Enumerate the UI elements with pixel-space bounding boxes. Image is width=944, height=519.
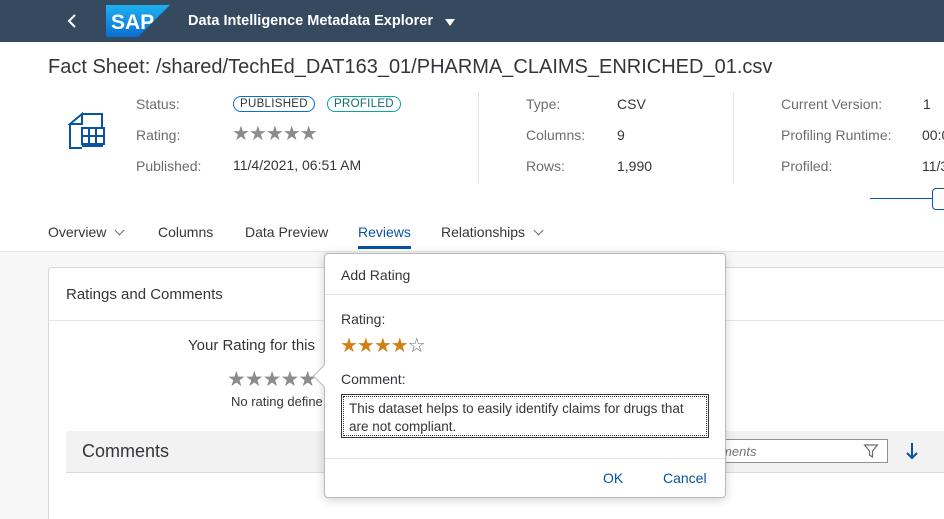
status-badge-profiled: PROFILED	[327, 96, 401, 112]
divider	[325, 458, 725, 459]
your-rating-stars[interactable]: ★★★★★	[227, 367, 317, 392]
tab-label: Columns	[158, 224, 214, 240]
caret-down-icon	[444, 18, 455, 26]
divider	[325, 294, 725, 295]
rating-label: Rating:	[136, 127, 181, 143]
rating-indicator[interactable]: ★★★★☆	[340, 335, 426, 357]
tab-relationships[interactable]: Relationships	[441, 224, 544, 240]
tab-label: Data Preview	[245, 224, 329, 240]
comment-textarea[interactable]: This dataset helps to easily identify cl…	[341, 394, 709, 438]
chevron-left-icon	[67, 14, 76, 28]
status-badge-published: PUBLISHED	[233, 96, 315, 112]
sort-descending-icon[interactable]	[904, 441, 920, 461]
runtime-label: Profiling Runtime:	[781, 127, 892, 143]
shell-bar: SAP Data Intelligence Metadata Explorer	[0, 0, 944, 42]
comments-title: Comments	[82, 441, 170, 461]
rating-stars-filled: ★★★★	[340, 335, 409, 357]
version-value: 1	[923, 96, 931, 112]
type-label: Type:	[526, 96, 561, 112]
tab-label: Relationships	[441, 224, 526, 240]
header-collapse-button[interactable]	[932, 188, 944, 210]
ok-button[interactable]: OK	[603, 470, 623, 486]
columns-value: 9	[617, 127, 625, 143]
sap-logo: SAP	[106, 5, 170, 37]
header-expand-line	[870, 198, 932, 199]
published-value: 11/4/2021, 06:51 AM	[233, 157, 362, 173]
status-label: Status:	[136, 96, 180, 112]
page-title: Fact Sheet: /shared/TechEd_DAT163_01/PHA…	[48, 56, 773, 78]
rating-star-empty: ☆	[407, 335, 426, 357]
rating-field-label: Rating:	[341, 311, 386, 327]
table-file-icon	[68, 112, 105, 149]
divider	[733, 92, 734, 184]
tab-overview[interactable]: Overview	[48, 224, 125, 240]
add-rating-popover: Add Rating Rating: ★★★★☆ Comment: This d…	[312, 253, 726, 498]
profiled-label: Profiled:	[781, 158, 833, 174]
rows-label: Rows:	[526, 158, 565, 174]
rows-value: 1,990	[617, 158, 653, 174]
card-title: Ratings and Comments	[66, 286, 223, 303]
divider	[478, 92, 479, 184]
app-title-menu[interactable]: Data Intelligence Metadata Explorer	[188, 13, 455, 29]
cancel-button[interactable]: Cancel	[663, 470, 707, 486]
tab-reviews[interactable]: Reviews	[358, 224, 411, 249]
app-title: Data Intelligence Metadata Explorer	[188, 13, 433, 29]
comment-field-label: Comment:	[341, 371, 406, 387]
runtime-value: 00:0	[922, 127, 944, 143]
columns-label: Columns:	[526, 127, 586, 143]
chevron-down-icon	[114, 225, 125, 236]
published-label: Published:	[136, 158, 202, 174]
version-label: Current Version:	[781, 96, 883, 112]
rating-stars: ★★★★★	[232, 123, 318, 145]
back-button[interactable]	[52, 0, 92, 42]
no-rating-text: No rating define	[231, 394, 323, 409]
tab-label: Overview	[48, 224, 107, 240]
tab-label: Reviews	[358, 224, 411, 240]
filter-icon[interactable]	[863, 443, 879, 459]
profiled-value: 11/3	[922, 158, 944, 174]
tab-data-preview[interactable]: Data Preview	[245, 224, 328, 240]
tab-bar: Overview Columns Data Preview Reviews Re…	[0, 217, 944, 252]
type-value: CSV	[617, 96, 646, 112]
svg-text:SAP: SAP	[111, 11, 154, 34]
object-header: Fact Sheet: /shared/TechEd_DAT163_01/PHA…	[0, 42, 944, 252]
chevron-down-icon	[533, 225, 544, 236]
your-rating-label: Your Rating for this	[188, 337, 316, 354]
tab-columns[interactable]: Columns	[158, 224, 213, 240]
popover-title: Add Rating	[341, 267, 411, 283]
